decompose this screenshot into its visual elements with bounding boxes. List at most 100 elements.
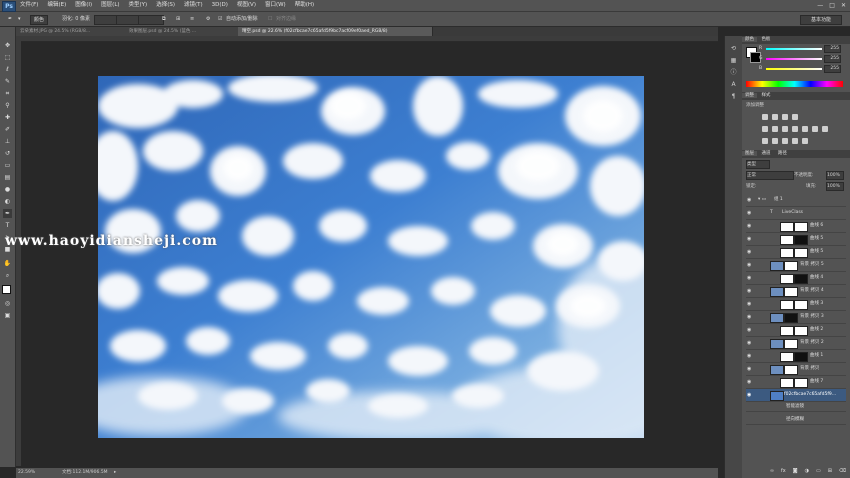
layer-row[interactable]: ◉ 曲线 2 (746, 324, 846, 337)
visibility-eye-icon[interactable]: ◉ (747, 288, 753, 294)
gradient-icon[interactable]: ▤ (3, 173, 12, 182)
curves-icon[interactable] (782, 114, 788, 120)
layer-row[interactable]: ◉ 背景 拷贝 3 (746, 311, 846, 324)
paragraph-icon[interactable]: ¶ (729, 92, 738, 101)
layer-row[interactable]: ◉ ▾ ▭ 组 1 (746, 194, 846, 207)
zoom-level[interactable]: 22.59% (18, 468, 35, 478)
visibility-eye-icon[interactable]: ◉ (747, 210, 753, 216)
menu-filter[interactable]: 滤镜(T) (184, 1, 203, 10)
hand-icon[interactable]: ✋ (3, 259, 12, 268)
layer-row[interactable]: 径向模糊 (746, 415, 846, 425)
photo-filter-icon[interactable] (802, 126, 808, 132)
layer-row[interactable]: ◉ 曲线 4 (746, 272, 846, 285)
tab-styles[interactable]: 样式 (758, 93, 773, 98)
mode-dropdown[interactable]: 颜色 (30, 15, 49, 25)
menu-file[interactable]: 文件(F) (20, 1, 38, 10)
pen-icon[interactable]: ✒ (3, 209, 12, 218)
link-icon[interactable]: ∞ (770, 468, 774, 476)
path-ops-icon[interactable]: ⧉ (162, 15, 166, 23)
layer-row[interactable]: ◉ 曲线 3 (746, 298, 846, 311)
layer-mask-thumbnail[interactable] (794, 352, 808, 362)
hue-sat-icon[interactable] (772, 126, 778, 132)
visibility-eye-icon[interactable]: ◉ (747, 223, 753, 229)
menu-layer[interactable]: 图层(L) (101, 1, 119, 10)
new-layer-icon[interactable]: ⊞ (828, 468, 832, 476)
layer-mask-thumbnail[interactable] (784, 339, 798, 349)
maximize-button[interactable]: □ (829, 1, 835, 10)
dodge-icon[interactable]: ◐ (3, 197, 12, 206)
tab-paths[interactable]: 路径 (775, 151, 790, 156)
healing-icon[interactable]: ✚ (3, 113, 12, 122)
exposure-icon[interactable] (792, 114, 798, 120)
visibility-eye-icon[interactable] (747, 418, 753, 424)
gradient-map-icon[interactable] (792, 138, 798, 144)
opacity-field[interactable]: 100% (826, 171, 844, 180)
layer-mask-thumbnail[interactable] (794, 274, 808, 284)
layer-mask-thumbnail[interactable] (794, 378, 808, 388)
visibility-eye-icon[interactable]: ◉ (747, 275, 753, 281)
status-arrow-icon[interactable]: ▸ (114, 468, 116, 478)
layer-row[interactable]: ◉ 背景 拷贝 4 (746, 285, 846, 298)
menu-window[interactable]: 窗口(W) (265, 1, 286, 10)
channel-g-slider[interactable] (766, 58, 822, 60)
info-icon[interactable]: ⓘ (729, 68, 738, 77)
tab-swatches[interactable]: 色板 (758, 37, 773, 42)
layer-mask-thumbnail[interactable] (794, 222, 808, 232)
crop-icon[interactable]: ⌗ (3, 89, 12, 98)
visibility-eye-icon[interactable]: ◉ (747, 392, 753, 398)
eyedropper-icon[interactable]: ⚲ (3, 101, 12, 110)
posterize-icon[interactable] (772, 138, 778, 144)
properties-icon[interactable]: ▦ (729, 56, 738, 65)
settings-gear-icon[interactable]: ⚙ (206, 15, 210, 23)
blend-mode-dropdown[interactable]: 正常 (746, 171, 794, 180)
quick-select-icon[interactable]: ✎ (3, 77, 12, 86)
layer-row[interactable]: ◉ 曲线 5 (746, 246, 846, 259)
folder-icon[interactable]: ▾ ▭ (758, 194, 766, 206)
layer-mask-thumbnail[interactable] (794, 300, 808, 310)
adjustment-icon[interactable]: ◑ (805, 468, 809, 476)
brightness-icon[interactable] (762, 114, 768, 120)
path-align-icon[interactable]: ⊞ (176, 15, 180, 23)
auto-add-checkbox[interactable]: ☑ (218, 15, 222, 23)
tab-sky[interactable]: 晴空.psd @ 22.6% (f02cfbcae7c65afd5f9bc7ac… (238, 27, 433, 36)
visibility-eye-icon[interactable]: ◉ (747, 236, 753, 242)
channel-r-slider[interactable] (766, 48, 822, 50)
tab-adjustments[interactable]: 调整 (742, 93, 757, 98)
mask-icon[interactable]: ◙ (793, 468, 798, 476)
quick-mask-icon[interactable]: ◎ (3, 299, 12, 308)
trash-icon[interactable]: ⌫ (839, 468, 846, 476)
fill-field[interactable]: 100% (826, 182, 844, 191)
shape-button[interactable] (138, 15, 164, 25)
layer-row[interactable]: ◉ 背景 拷贝 (746, 363, 846, 376)
color-balance-icon[interactable] (782, 126, 788, 132)
layer-filter-dropdown[interactable]: 类型 (746, 160, 770, 169)
stamp-icon[interactable]: ⊥ (3, 137, 12, 146)
layer-row[interactable]: ◉ 曲线 5 (746, 233, 846, 246)
threshold-icon[interactable] (782, 138, 788, 144)
layer-mask-thumbnail[interactable] (794, 326, 808, 336)
visibility-eye-icon[interactable]: ◉ (747, 353, 753, 359)
channel-r-value[interactable]: 255 (824, 45, 841, 53)
align-edges-checkbox[interactable]: ☐ (268, 15, 272, 23)
path-arrange-icon[interactable]: ≡ (190, 15, 194, 23)
layer-mask-thumbnail[interactable] (784, 261, 798, 271)
minimize-button[interactable]: — (817, 1, 823, 10)
menu-type[interactable]: 类型(Y) (129, 1, 148, 10)
layer-mask-thumbnail[interactable] (784, 365, 798, 375)
blur-icon[interactable]: ● (3, 185, 12, 194)
levels-icon[interactable] (772, 114, 778, 120)
channel-g-value[interactable]: 255 (824, 55, 841, 63)
type-icon[interactable]: T (3, 221, 12, 230)
workspace-dropdown[interactable]: 基本功能 (800, 15, 842, 25)
channel-b-slider[interactable] (766, 68, 822, 70)
menu-help[interactable]: 帮助(H) (295, 1, 314, 10)
menu-view[interactable]: 视图(V) (237, 1, 256, 10)
zoom-icon[interactable]: ⌕ (3, 271, 12, 280)
channel-b-value[interactable]: 255 (824, 65, 841, 73)
layer-mask-thumbnail[interactable] (794, 235, 808, 245)
menu-edit[interactable]: 编辑(E) (47, 1, 66, 10)
layer-mask-thumbnail[interactable] (794, 248, 808, 258)
folder-icon[interactable]: ▭ (816, 468, 821, 476)
screen-mode-icon[interactable]: ▣ (3, 311, 12, 320)
menu-image[interactable]: 图像(I) (75, 1, 92, 10)
